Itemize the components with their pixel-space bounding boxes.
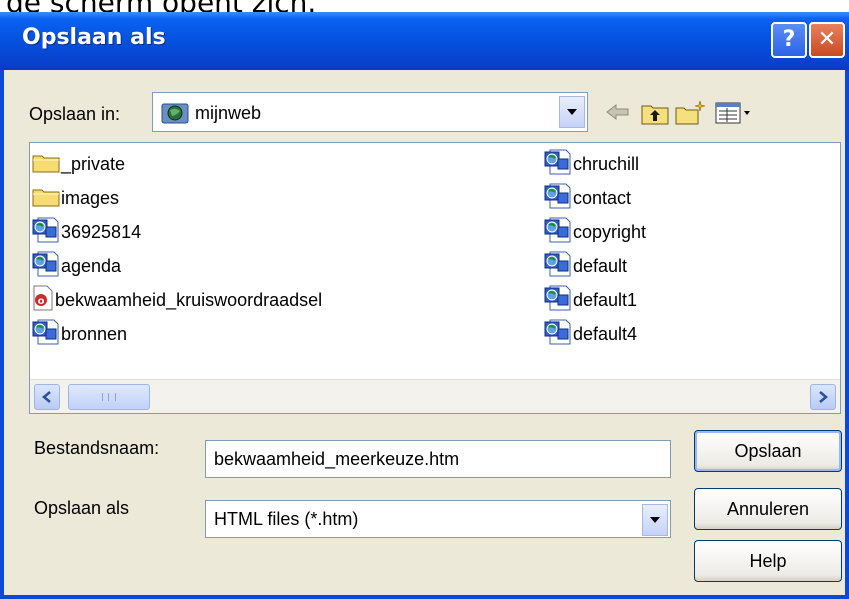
location-dropdown[interactable]: mijnweb [152, 92, 588, 132]
file-name-label: contact [573, 187, 632, 208]
new-folder-icon[interactable] [674, 100, 706, 130]
file-list-item[interactable]: default4 [544, 319, 637, 349]
file-list-item[interactable]: chruchill [544, 149, 639, 179]
save-as-dialog: Opslaan als ? ✕ Opslaan in: mijnweb _pri… [0, 12, 849, 599]
file-list-item[interactable]: _private [32, 149, 125, 179]
save-in-label: Opslaan in: [29, 104, 121, 124]
html-file-icon [544, 285, 573, 316]
file-list-item[interactable]: copyright [544, 217, 646, 247]
filename-label: Bestandsnaam: [34, 438, 160, 458]
file-list-item[interactable]: contact [544, 183, 631, 213]
view-menu-icon[interactable] [714, 100, 754, 130]
html-file-icon [544, 319, 573, 350]
file-name-label: bronnen [61, 323, 128, 344]
chevron-down-icon [567, 109, 577, 115]
chevron-right-icon [819, 391, 828, 403]
filetype-value: HTML files (*.htm) [214, 509, 359, 529]
file-name-label: chruchill [573, 153, 640, 174]
html-file-icon [32, 217, 61, 248]
up-folder-icon[interactable] [640, 100, 670, 130]
scroll-left-button[interactable] [34, 384, 60, 410]
html-file-icon [544, 217, 573, 248]
html-file-icon [544, 149, 573, 180]
html-file-icon [32, 251, 61, 282]
file-name-label: default [573, 255, 628, 276]
filetype-dropdown-button[interactable] [642, 504, 668, 536]
chevron-left-icon [42, 391, 51, 403]
file-list-item[interactable]: o bekwaamheid_kruiswoordraadsel [32, 285, 322, 315]
file-list-item[interactable]: images [32, 183, 119, 213]
folder-icon [32, 150, 61, 179]
file-list-view[interactable]: _privateimages 36925814 agenda o bekwaamheid… [29, 142, 841, 414]
html-file-icon [544, 183, 573, 214]
file-list-item[interactable]: 36925814 [32, 217, 141, 247]
file-name-label: 36925814 [61, 221, 142, 242]
help-title-button[interactable]: ? [771, 22, 807, 58]
filename-input[interactable]: bekwaamheid_meerkeuze.htm [205, 440, 671, 478]
file-name-label: agenda [61, 255, 122, 276]
location-value: mijnweb [195, 103, 262, 123]
filetype-dropdown[interactable]: HTML files (*.htm) [205, 500, 671, 538]
html-file-icon [544, 251, 573, 282]
save-button[interactable]: Opslaan [694, 430, 842, 472]
html-file-icon [32, 319, 61, 350]
scroll-thumb[interactable] [68, 384, 150, 410]
folder-icon [32, 184, 61, 213]
horizontal-scrollbar[interactable] [30, 379, 840, 413]
file-name-label: copyright [573, 221, 647, 242]
generic-file-icon: o [32, 285, 55, 316]
file-list-item[interactable]: default1 [544, 285, 637, 315]
file-list-item[interactable]: default [544, 251, 627, 281]
cancel-button[interactable]: Annuleren [694, 488, 842, 530]
help-button[interactable]: Help [694, 540, 842, 582]
file-list-item[interactable]: agenda [32, 251, 121, 281]
filetype-label: Opslaan als [34, 498, 130, 518]
back-arrow-icon[interactable] [604, 100, 632, 128]
file-name-label: default4 [573, 323, 638, 344]
close-button[interactable]: ✕ [809, 22, 845, 58]
file-name-label: default1 [573, 289, 638, 310]
title-bar[interactable]: Opslaan als ? ✕ [0, 12, 849, 70]
file-name-label: _private [61, 153, 126, 174]
chevron-down-icon [650, 517, 660, 523]
dialog-title: Opslaan als [22, 25, 166, 50]
svg-text:o: o [38, 296, 45, 307]
file-name-label: bekwaamheid_kruiswoordraadsel [55, 289, 323, 310]
web-folder-icon [161, 101, 189, 129]
file-name-label: images [61, 187, 120, 208]
location-dropdown-button[interactable] [559, 96, 585, 128]
scroll-right-button[interactable] [810, 384, 836, 410]
file-list-item[interactable]: bronnen [32, 319, 127, 349]
